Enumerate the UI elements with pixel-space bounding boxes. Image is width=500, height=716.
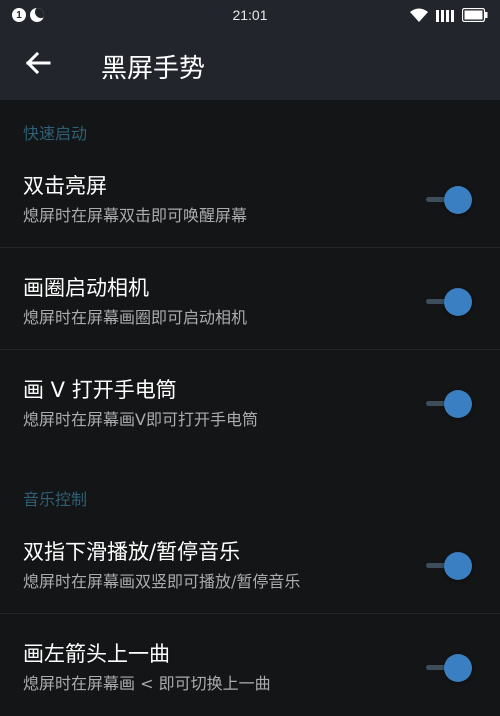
section-header-music-control: 音乐控制 [23, 490, 88, 509]
setting-circle-camera[interactable]: 画圈启动相机 熄屏时在屏幕画圈即可启动相机 [0, 248, 500, 350]
setting-title: 双指下滑播放/暂停音乐 [23, 540, 241, 564]
setting-subtitle: 熄屏时在屏幕画V即可打开手电筒 [23, 410, 258, 429]
toggle-thumb [444, 390, 472, 418]
back-button[interactable] [14, 41, 62, 89]
status-bar: 1 21:01 [0, 0, 500, 30]
toggle-thumb [444, 654, 472, 682]
v-flashlight-toggle[interactable] [426, 390, 472, 418]
arrow-left-icon [25, 50, 51, 80]
toggle-thumb [444, 552, 472, 580]
app-bar: 黑屏手势 [0, 30, 500, 100]
setting-title: 双击亮屏 [23, 174, 107, 198]
setting-double-tap-wake[interactable]: 双击亮屏 熄屏时在屏幕双击即可唤醒屏幕 [0, 146, 500, 248]
setting-subtitle: 熄屏时在屏幕画双竖即可播放/暂停音乐 [23, 572, 301, 591]
double-tap-wake-toggle[interactable] [426, 186, 472, 214]
toggle-thumb [444, 186, 472, 214]
setting-left-arrow-previous[interactable]: 画左箭头上一曲 熄屏时在屏幕画 < 即可切换上一曲 [0, 614, 500, 716]
setting-title: 画 V 打开手电筒 [23, 378, 177, 402]
setting-subtitle: 熄屏时在屏幕画圈即可启动相机 [23, 308, 248, 327]
setting-subtitle: 熄屏时在屏幕画 < 即可切换上一曲 [23, 674, 271, 693]
battery-icon [462, 8, 488, 22]
status-bar-right [410, 8, 488, 22]
previous-track-toggle[interactable] [426, 654, 472, 682]
setting-title: 画圈启动相机 [23, 276, 149, 300]
page-title: 黑屏手势 [101, 54, 206, 84]
toggle-thumb [444, 288, 472, 316]
signal-icon [436, 8, 454, 22]
play-pause-toggle[interactable] [426, 552, 472, 580]
setting-subtitle: 熄屏时在屏幕双击即可唤醒屏幕 [23, 206, 248, 225]
setting-v-flashlight[interactable]: 画 V 打开手电筒 熄屏时在屏幕画V即可打开手电筒 [0, 350, 500, 452]
section-header-quick-launch: 快速启动 [23, 124, 88, 143]
setting-title: 画左箭头上一曲 [23, 642, 170, 666]
setting-two-finger-play-pause[interactable]: 双指下滑播放/暂停音乐 熄屏时在屏幕画双竖即可播放/暂停音乐 [0, 512, 500, 614]
settings-list: 快速启动 双击亮屏 熄屏时在屏幕双击即可唤醒屏幕 画圈启动相机 熄屏时在屏幕画圈… [0, 100, 500, 716]
circle-camera-toggle[interactable] [426, 288, 472, 316]
wifi-icon [410, 8, 428, 22]
